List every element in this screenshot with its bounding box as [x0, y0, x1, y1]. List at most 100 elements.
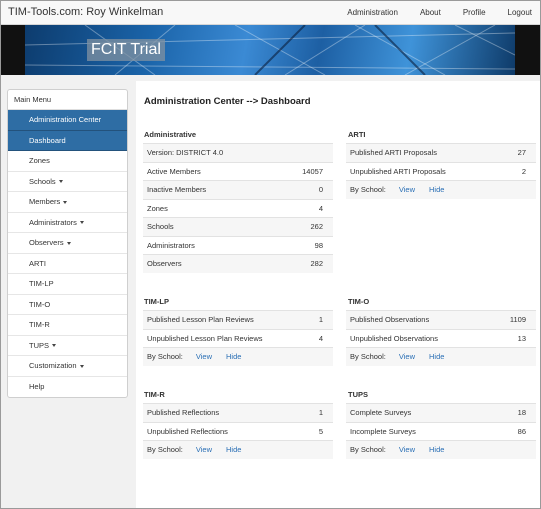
hide-link[interactable]: Hide [429, 352, 444, 361]
table-row: Published ARTI Proposals 27 [346, 143, 536, 162]
by-school-row: By School: View Hide [346, 440, 536, 459]
row-value: 18 [517, 408, 526, 418]
sidebar-item-arti[interactable]: ARTI [8, 254, 127, 274]
view-link[interactable]: View [196, 352, 212, 361]
table-row: Incomplete Surveys 86 [346, 421, 536, 441]
row-label: Zones [147, 203, 168, 213]
table-row: Inactive Members 0 [143, 180, 333, 199]
view-link[interactable]: View [399, 352, 415, 361]
table-row: Zones 4 [143, 198, 333, 218]
row-label: Schools [147, 222, 174, 232]
section-title-tim-r: TIM-R [144, 390, 165, 399]
banner-title: FCIT Trial [87, 39, 165, 61]
sidebar-item-tim-o[interactable]: TIM-O [8, 295, 127, 315]
nav-logout[interactable]: Logout [508, 8, 532, 17]
table-row: Administrators 98 [143, 235, 333, 255]
row-label: Published Reflections [147, 408, 220, 418]
table-tim-lp: Published Lesson Plan Reviews 1 Unpublish… [143, 310, 333, 366]
sidebar-item-label: Members [29, 197, 61, 206]
table-row: Complete Surveys 18 [346, 403, 536, 422]
caret-down-icon [58, 180, 63, 184]
row-label: Incomplete Surveys [350, 426, 416, 436]
app-window: TIM-Tools.com: Roy Winkelman Administrat… [0, 0, 541, 509]
main-panel: Administration Center --> Dashboard Admi… [136, 81, 540, 508]
table-row: Active Members 14057 [143, 161, 333, 181]
sidebar-item-tim-lp[interactable]: TIM-LP [8, 274, 127, 295]
by-school-label: By School: [350, 352, 386, 362]
caret-down-icon [79, 364, 84, 368]
table-row: Unpublished Observations 13 [346, 328, 536, 348]
hide-link[interactable]: Hide [429, 445, 444, 454]
sidebar-item-customization[interactable]: Customization [8, 356, 127, 377]
hide-link[interactable]: Hide [226, 445, 241, 454]
row-label: Unpublished Lesson Plan Reviews [147, 333, 263, 343]
by-school-row: By School: View Hide [346, 347, 536, 366]
sidebar-item-schools[interactable]: Schools [8, 172, 127, 192]
sidebar-item-label: ARTI [29, 258, 46, 268]
row-label: Complete Surveys [350, 408, 412, 418]
sidebar-item-label: Observers [29, 238, 64, 247]
sidebar-item-label: Administrators [29, 217, 77, 227]
by-school-label: By School: [147, 445, 183, 455]
row-label: Published Lesson Plan Reviews [147, 315, 254, 325]
sidebar-item-administration-center[interactable]: Administration Center [8, 110, 127, 131]
sidebar-item-observers[interactable]: Observers [8, 233, 127, 254]
nav-administration[interactable]: Administration [347, 8, 398, 17]
row-value: 14057 [302, 166, 323, 176]
row-label: Published Observations [350, 315, 430, 325]
by-school-label: By School: [350, 445, 386, 455]
by-school-row: By School: View Hide [143, 347, 333, 366]
table-row: Schools 262 [143, 217, 333, 236]
sidebar-main-menu: Main Menu Administration Center Dashboar… [7, 89, 128, 398]
table-row: Version: DISTRICT 4.0 [143, 143, 333, 162]
by-school-row: By School: View Hide [346, 180, 536, 199]
sidebar-item-members[interactable]: Members [8, 192, 127, 213]
row-value: 86 [517, 426, 526, 436]
row-value: 4 [318, 203, 323, 213]
nav-about[interactable]: About [420, 8, 441, 17]
hide-link[interactable]: Hide [226, 352, 241, 361]
section-title-tim-o: TIM-O [348, 297, 370, 306]
sidebar-item-tim-r[interactable]: TIM-R [8, 315, 127, 336]
caret-down-icon [63, 200, 68, 204]
sidebar-item-label: TIM-O [29, 299, 51, 309]
row-label: Administrators [147, 240, 195, 250]
sidebar-item-dashboard[interactable]: Dashboard [8, 130, 127, 151]
table-row: Unpublished Lesson Plan Reviews 4 [143, 328, 333, 348]
row-value: 27 [517, 148, 526, 158]
sidebar-item-label: TUPS [29, 340, 50, 350]
sidebar-item-label: Help [29, 381, 45, 391]
table-tim-o: Published Observations 1109 Unpublished O… [346, 310, 536, 366]
row-value: 1109 [509, 315, 526, 325]
sidebar-item-zones[interactable]: Zones [8, 151, 127, 172]
view-link[interactable]: View [399, 185, 415, 194]
row-label: Version: DISTRICT 4.0 [147, 148, 224, 158]
sidebar-item-administrators[interactable]: Administrators [8, 213, 127, 233]
view-link[interactable]: View [196, 445, 212, 454]
row-label: Inactive Members [147, 185, 207, 195]
sidebar-item-label: TIM-LP [29, 279, 54, 288]
sidebar-item-label: Dashboard [29, 135, 66, 145]
row-label: Unpublished ARTI Proposals [350, 166, 446, 176]
hide-link[interactable]: Hide [429, 185, 444, 194]
sidebar-item-label: Customization [29, 361, 77, 370]
banner: FCIT Trial [1, 25, 540, 75]
top-navbar: TIM-Tools.com: Roy Winkelman Administrat… [1, 1, 540, 25]
row-value: 0 [318, 185, 323, 195]
sidebar-item-tups[interactable]: TUPS [8, 336, 127, 356]
sidebar-item-help[interactable]: Help [8, 377, 127, 398]
table-row: Published Lesson Plan Reviews 1 [143, 310, 333, 329]
table-row: Published Reflections 1 [143, 403, 333, 422]
by-school-label: By School: [350, 185, 386, 195]
sidebar-item-label: Schools [29, 176, 56, 186]
top-nav-links: Administration About Profile Logout [325, 8, 532, 17]
nav-profile[interactable]: Profile [463, 8, 486, 17]
row-label: Observers [147, 259, 182, 269]
brand-title[interactable]: TIM-Tools.com: Roy Winkelman [8, 6, 163, 18]
row-value: 2 [521, 166, 526, 176]
row-value: 4 [318, 333, 323, 343]
view-link[interactable]: View [399, 445, 415, 454]
row-value: 262 [310, 222, 323, 232]
caret-down-icon [66, 241, 71, 245]
caret-down-icon [52, 344, 57, 348]
